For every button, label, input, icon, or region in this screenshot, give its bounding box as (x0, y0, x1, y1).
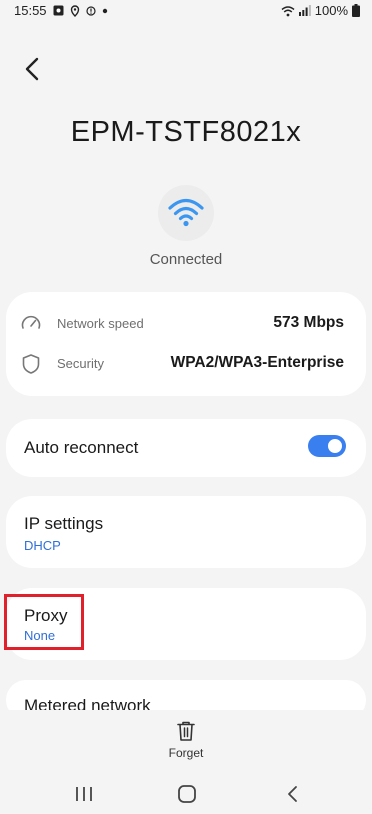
navigation-bar (0, 774, 372, 814)
security-label: Security (57, 356, 104, 371)
location-icon (70, 4, 79, 17)
status-bar: 15:55 100% (0, 0, 372, 22)
back-icon[interactable] (22, 56, 44, 82)
recent-apps-icon[interactable] (72, 784, 96, 804)
wifi-icon (168, 198, 204, 227)
signal-icon (298, 5, 311, 16)
wifi-badge (158, 185, 214, 241)
ip-settings-card[interactable]: IP settings DHCP (6, 496, 366, 568)
speedometer-icon (21, 315, 41, 329)
bottom-action-bar: Forget (0, 710, 372, 768)
security-row: Security WPA2/WPA3-Enterprise (6, 344, 366, 384)
clock: 15:55 (14, 3, 47, 18)
auto-reconnect-card[interactable]: Auto reconnect (6, 419, 366, 477)
screenshot-icon (53, 5, 64, 16)
forget-button[interactable] (0, 720, 372, 747)
home-icon[interactable] (175, 784, 199, 804)
connection-status: Connected (149, 251, 223, 268)
security-value: WPA2/WPA3-Enterprise (170, 354, 344, 371)
network-details-card: Network speed 573 Mbps Security WPA2/WPA… (6, 292, 366, 396)
network-speed-value: 573 Mbps (273, 314, 344, 331)
back-nav-icon[interactable] (281, 784, 305, 804)
ip-settings-label: IP settings (24, 514, 104, 533)
forget-label: Forget (168, 746, 204, 760)
alert-icon (85, 5, 96, 16)
toggle-knob (326, 437, 344, 455)
network-speed-row: Network speed 573 Mbps (6, 304, 366, 344)
battery-percent: 100% (314, 3, 348, 18)
battery-icon (352, 4, 360, 17)
ip-settings-value: DHCP (24, 538, 61, 553)
dot-icon (102, 8, 107, 13)
auto-reconnect-toggle[interactable] (308, 435, 346, 457)
trash-icon (177, 721, 195, 741)
network-speed-label: Network speed (57, 316, 144, 331)
shield-icon (22, 354, 40, 374)
wifi-status-icon (281, 5, 295, 16)
auto-reconnect-label: Auto reconnect (24, 438, 139, 457)
proxy-highlight-box (4, 594, 84, 650)
network-name: EPM-TSTF8021x (70, 116, 302, 148)
